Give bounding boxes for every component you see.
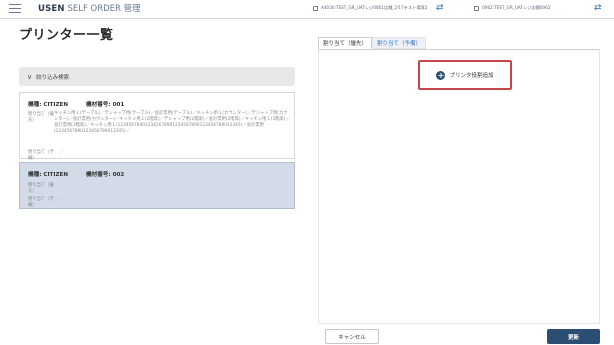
printer-model: 機種: CITIZEN [28,172,69,178]
reserve-assignment-row: 割り当て（予備） ／ [28,149,63,161]
printer-card[interactable]: 機種: CITIZEN 機材番号: 001 割り当て（優先） キッチン用１(テーブ… [19,92,295,161]
tab-divider [318,49,600,50]
printer-card-selected[interactable]: 機種: CITIZEN 機材番号: 002 割り当て（優先） ／ 割り当て（予備）… [19,162,295,209]
target-store-label: 0062:TEST_GR_UATレジ店舗0062 [482,5,551,10]
tab-reserve[interactable]: 割り当て（予備） [372,37,427,49]
reserve-label: 割り当て（予備） [28,197,54,208]
priority-assignment-row: 割り当て（優先） ／ [28,182,63,194]
printer-number: 機材番号: 002 [86,172,125,178]
printer-model: 機種: CITIZEN [28,102,69,108]
cancel-button[interactable]: キャンセル [325,329,379,344]
update-button[interactable]: 更新 [547,329,600,344]
plus-circle-icon: + [436,70,446,80]
reserve-value: ／ [59,197,64,202]
assignment-tabs: 割り当て（優先） 割り当て（予備） [318,37,427,49]
priority-assignment-row: 割り当て（優先） キッチン用１(テーブル)／デシャップ用(テーブル)／会計票用(… [28,111,290,135]
reserve-assignment-row: 割り当て（予備） ／ [28,196,63,208]
reserve-label: 割り当て（予備） [28,150,54,161]
assignment-panel [318,49,600,323]
top-bar: USEN SELF ORDER 管理 A4030:TEST_GR_UATレジ00… [0,0,614,19]
current-store-label: A4030:TEST_GR_UATレジ0061店舗_2/17テスト環境2 [321,5,428,10]
page-title: プリンター一覧 [19,28,114,43]
swap-store-icon-right[interactable]: ⇄ [594,2,602,14]
menu-icon[interactable] [9,4,21,14]
printer-number: 機材番号: 001 [86,102,125,108]
add-printer-role-button[interactable]: + プリンタ役割追加 [436,70,494,80]
current-store[interactable]: A4030:TEST_GR_UATレジ0061店舗_2/17テスト環境2 [313,5,427,11]
tab-priority[interactable]: 割り当て（優先） [318,37,373,49]
reserve-value: ／ [59,150,64,155]
target-store[interactable]: 0062:TEST_GR_UATレジ店舗0062 [474,5,550,11]
priority-value: キッチン用１(テーブル)／デシャップ用(テーブル)／会計票用(テーブル)／キッチ… [54,111,290,134]
priority-label: 割り当て（優先） [28,183,54,194]
filter-toggle[interactable]: ∨ 絞り込み検索 [19,67,295,86]
printer-card-header: 機種: CITIZEN 機材番号: 002 [28,170,124,178]
priority-label: 割り当て（優先） [28,112,54,123]
swap-store-icon[interactable]: ⇄ [436,2,444,14]
printer-card-header: 機種: CITIZEN 機材番号: 001 [28,100,124,108]
printer-icon [474,5,479,11]
add-printer-role-label: プリンタ役割追加 [449,73,494,79]
store-icon [313,5,318,11]
filter-label: 絞り込み検索 [36,74,70,81]
chevron-down-icon: ∨ [27,72,33,81]
add-printer-role-highlight: + プリンタ役割追加 [418,60,512,90]
brand-subtitle: SELF ORDER 管理 [64,4,141,14]
priority-value: ／ [59,183,64,188]
app-brand: USEN SELF ORDER 管理 [38,3,141,15]
brand-name: USEN [38,4,65,14]
